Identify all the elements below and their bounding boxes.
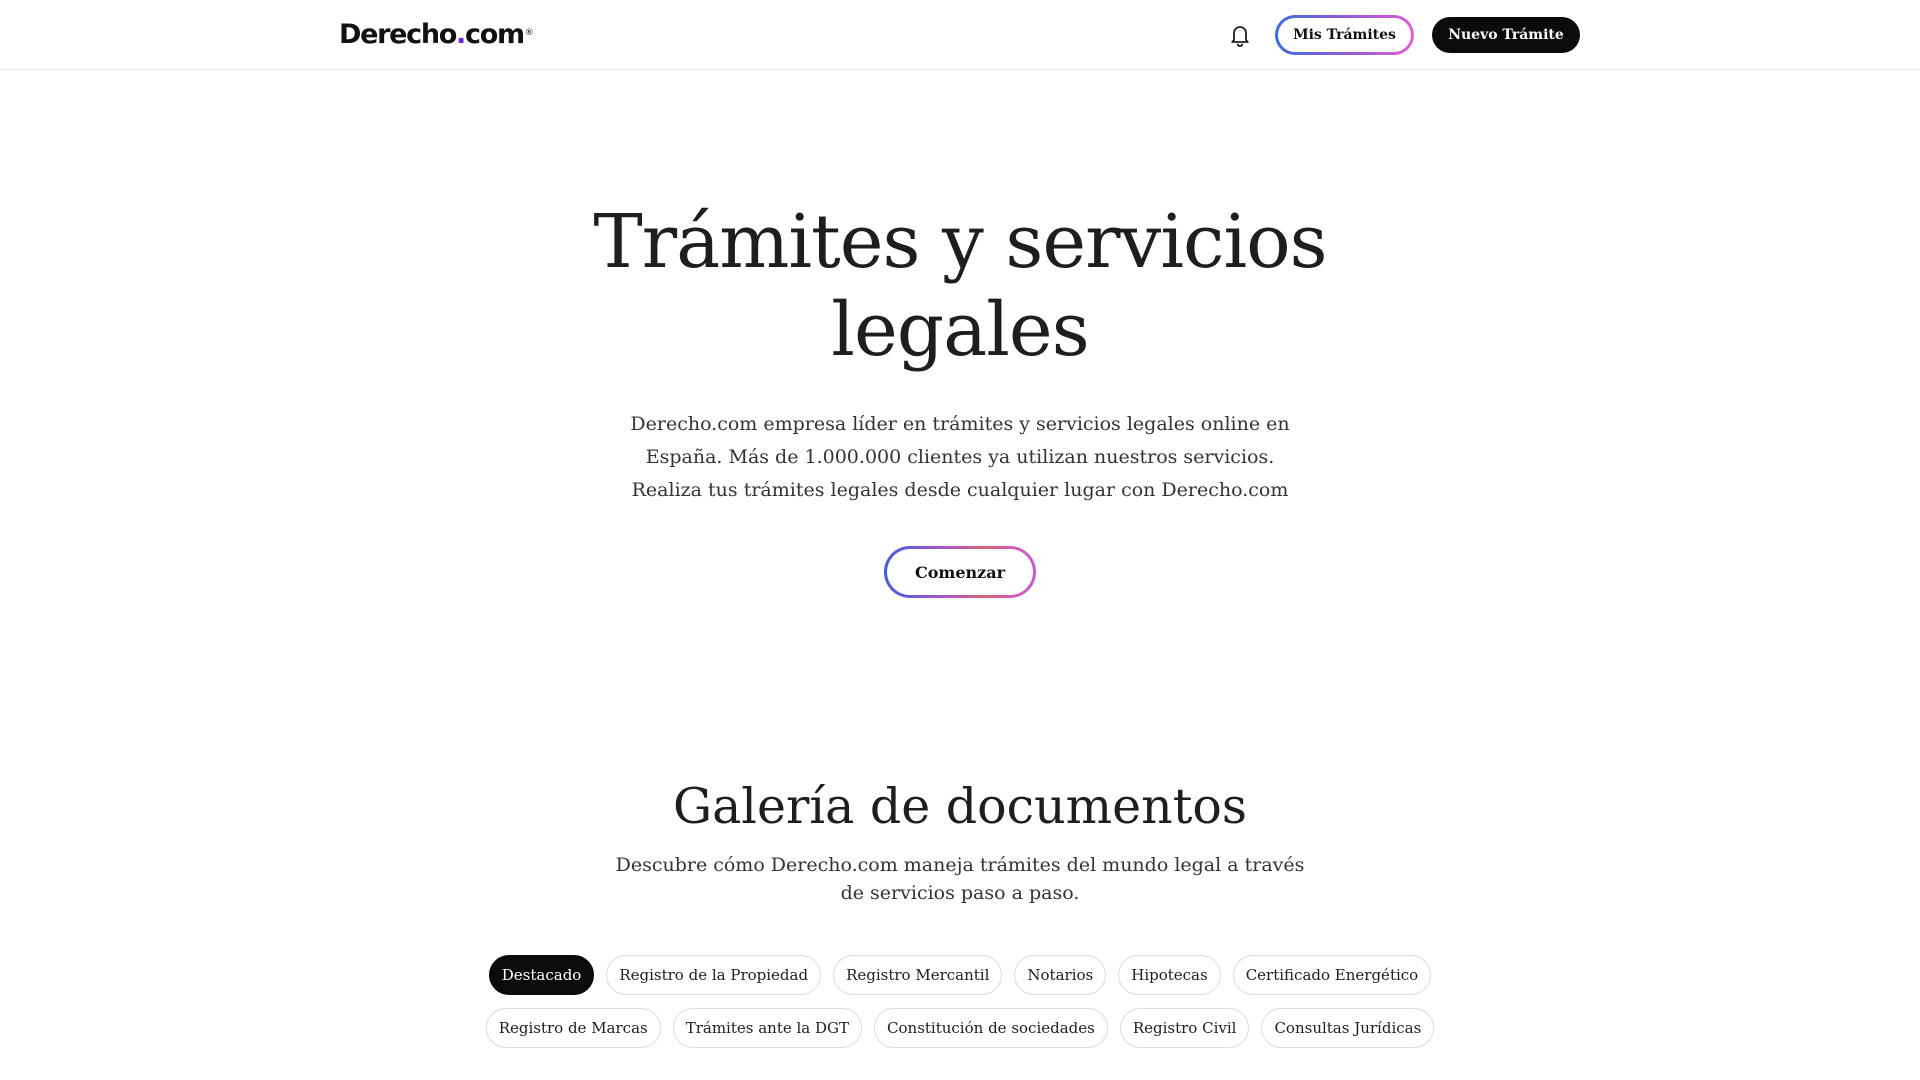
gallery-title: Galería de documentos bbox=[672, 778, 1248, 835]
mis-tramites-button[interactable]: Mis Trámites bbox=[1275, 15, 1414, 55]
logo-dot: . bbox=[456, 19, 466, 50]
chip-hipotecas[interactable]: Hipotecas bbox=[1118, 955, 1221, 995]
hero-title: Trámites y servicios legales bbox=[593, 199, 1327, 373]
chip-registro-civil[interactable]: Registro Civil bbox=[1119, 1008, 1250, 1048]
hero-description: Derecho.com empresa líder en trámites y … bbox=[630, 413, 1290, 501]
logo-suffix: com bbox=[465, 19, 525, 50]
chip-notarios[interactable]: Notarios bbox=[1014, 955, 1107, 995]
top-navbar: Derecho.com® Mis Trámites Nuevo Trámite bbox=[0, 0, 1920, 70]
logo-registered-mark: ® bbox=[524, 28, 534, 38]
chip-consultas-juridicas[interactable]: Consultas Jurídicas bbox=[1261, 1008, 1435, 1048]
chip-registro-mercantil[interactable]: Registro Mercantil bbox=[833, 955, 1003, 995]
comenzar-button[interactable]: Comenzar bbox=[884, 546, 1036, 598]
gallery-description: Descubre cómo Derecho.com maneja trámite… bbox=[615, 854, 1305, 904]
chip-registro-marcas[interactable]: Registro de Marcas bbox=[485, 1008, 661, 1048]
chip-certificado-energetico[interactable]: Certificado Energético bbox=[1232, 955, 1432, 995]
chip-destacado[interactable]: Destacado bbox=[488, 955, 595, 995]
category-filter-chips: Destacado Registro de la Propiedad Regis… bbox=[400, 955, 1520, 1048]
chip-registro-propiedad[interactable]: Registro de la Propiedad bbox=[606, 955, 822, 995]
bell-icon[interactable] bbox=[1228, 22, 1252, 48]
comenzar-label: Comenzar bbox=[887, 549, 1033, 595]
mis-tramites-label: Mis Trámites bbox=[1278, 18, 1411, 52]
site-logo[interactable]: Derecho.com® bbox=[339, 18, 534, 52]
logo-text: Derecho bbox=[339, 19, 457, 50]
chip-tramites-dgt[interactable]: Trámites ante la DGT bbox=[672, 1008, 863, 1048]
nuevo-tramite-button[interactable]: Nuevo Trámite bbox=[1432, 17, 1580, 53]
chip-constitucion-sociedades[interactable]: Constitución de sociedades bbox=[874, 1008, 1108, 1048]
